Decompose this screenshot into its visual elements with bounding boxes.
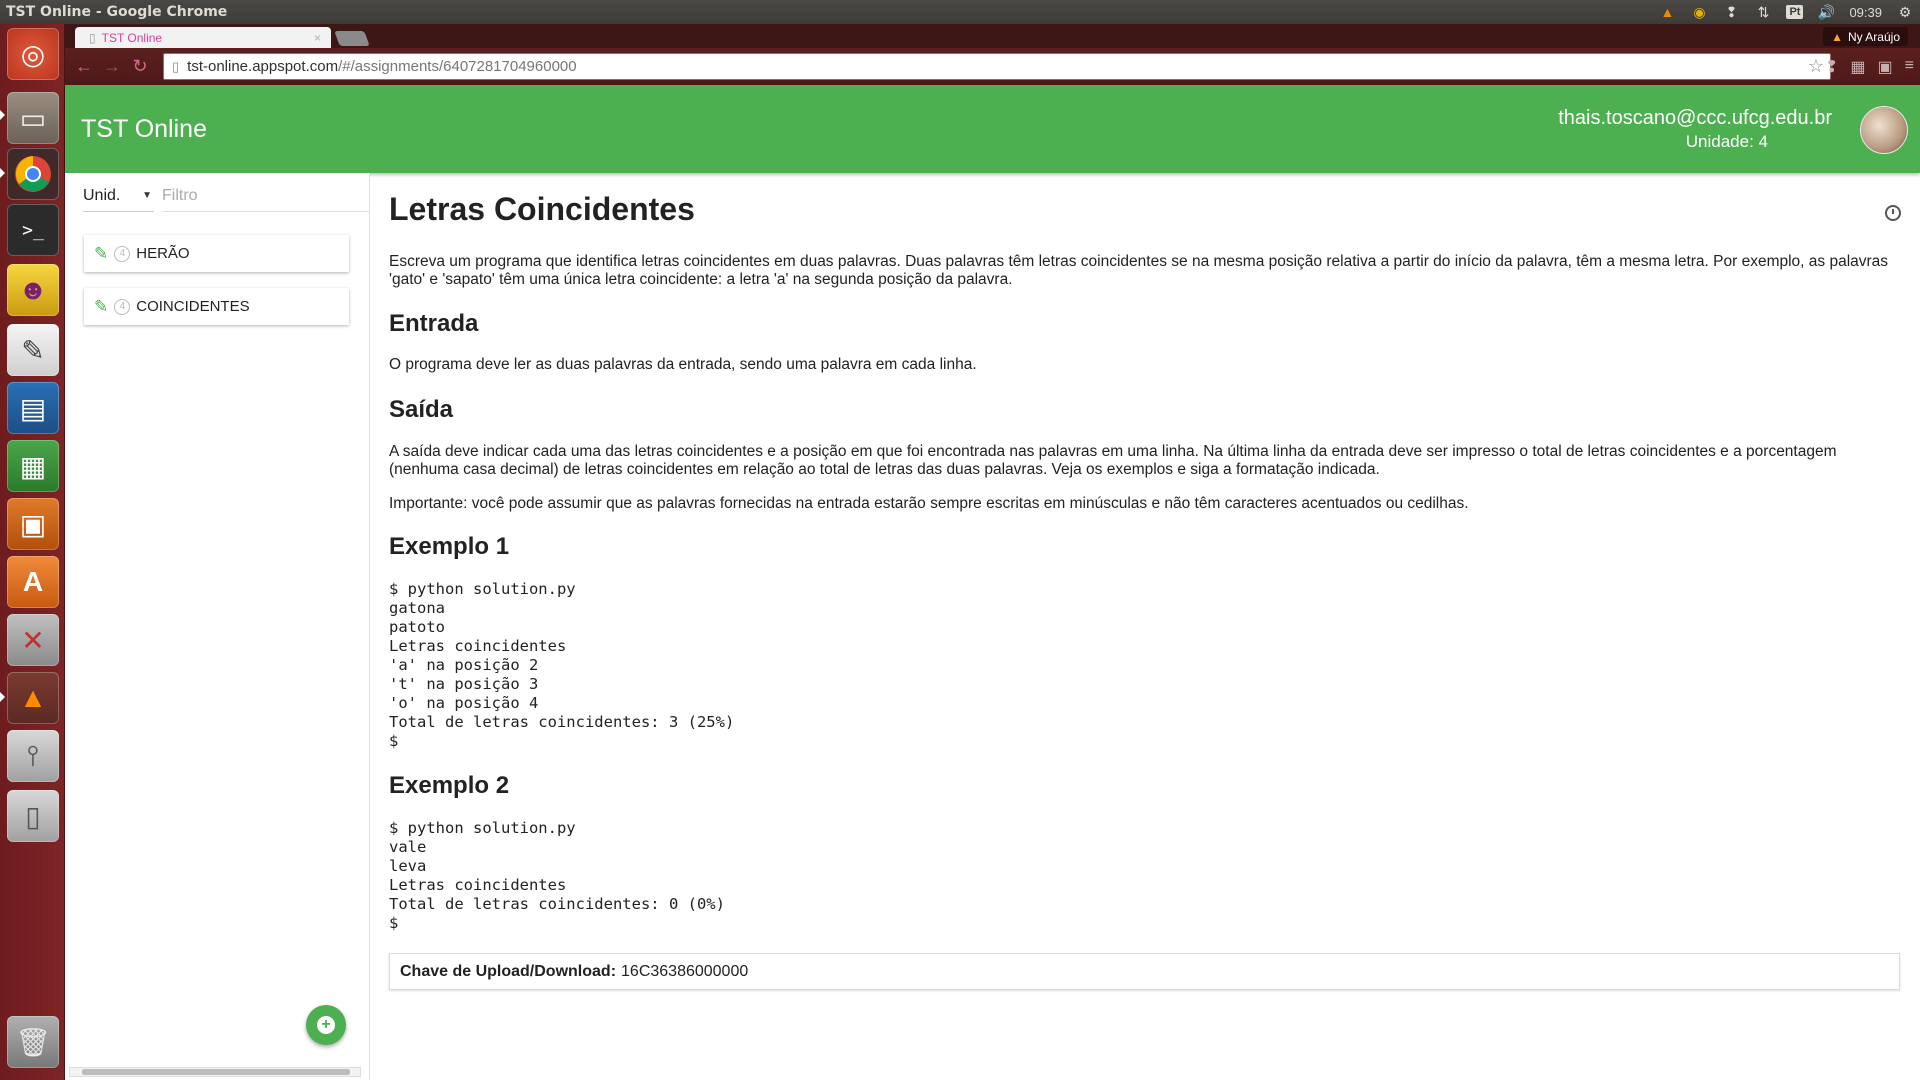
- pencil-icon: ✎: [94, 243, 109, 263]
- media-player-device-icon[interactable]: ▯: [7, 790, 59, 842]
- pidgin-icon[interactable]: ☻: [7, 264, 59, 316]
- clock[interactable]: 09:39: [1849, 5, 1882, 20]
- unit-dropdown[interactable]: Unid. ▼: [83, 187, 154, 212]
- trash-icon[interactable]: 🗑: [7, 1016, 59, 1068]
- important-note: Importante: você pode assumir que as pal…: [389, 495, 1469, 512]
- window-title: TST Online - Google Chrome: [6, 4, 228, 20]
- extension-grid-icon[interactable]: ▦: [1850, 57, 1865, 77]
- back-icon[interactable]: ←: [71, 54, 97, 80]
- os-top-panel: TST Online - Google Chrome ▲ ◉ ❢ ⇅ Pt 🔊 …: [0, 0, 1920, 24]
- chrome-menu-icon[interactable]: ≡: [1905, 57, 1914, 77]
- network-icon[interactable]: ⇅: [1754, 3, 1772, 21]
- tab-title: TST Online: [101, 30, 163, 45]
- caret-down-icon: ▼: [142, 190, 152, 201]
- app-header: TST Online thais.toscano@ccc.ufcg.edu.br…: [65, 85, 1920, 173]
- text-editor-icon[interactable]: ✎: [7, 324, 59, 376]
- keyboard-layout-indicator[interactable]: Pt: [1786, 5, 1804, 19]
- chrome-icon[interactable]: [7, 148, 59, 200]
- address-bar[interactable]: ▯ tst-online.appspot.com/#/assignments/6…: [163, 53, 1831, 80]
- impress-icon[interactable]: ▣: [7, 498, 59, 550]
- app-title[interactable]: TST Online: [81, 115, 207, 144]
- chat-tray-icon[interactable]: ❢: [1722, 3, 1740, 21]
- settings-gear-icon[interactable]: ⚙: [1896, 3, 1914, 21]
- tab-close-icon[interactable]: ×: [314, 31, 321, 45]
- horizontal-scrollbar[interactable]: [69, 1067, 361, 1077]
- url-host: tst-online.appspot.com: [187, 58, 339, 75]
- add-button[interactable]: +: [306, 1005, 346, 1045]
- forward-icon[interactable]: →: [99, 54, 125, 80]
- profile-badge[interactable]: ▲ Ny Araújo: [1823, 27, 1908, 46]
- filter-input[interactable]: [162, 186, 369, 212]
- unit-dropdown-label: Unid.: [83, 186, 121, 204]
- scrollbar-thumb[interactable]: [82, 1069, 350, 1075]
- unit-badge: 4: [114, 298, 131, 315]
- history-clock-icon[interactable]: [1885, 205, 1901, 221]
- volume-icon[interactable]: 🔊: [1817, 3, 1835, 21]
- pencil-icon: ✎: [94, 296, 109, 316]
- problem-content: Letras Coincidentes Escreva um programa …: [389, 173, 1901, 1080]
- assignment-label: HERÃO: [136, 245, 190, 262]
- system-settings-icon[interactable]: ✕: [7, 614, 59, 666]
- upload-key-value[interactable]: 16C36386000000: [621, 963, 748, 981]
- avatar[interactable]: [1860, 106, 1908, 154]
- profile-name: Ny Araújo: [1847, 29, 1900, 44]
- example1-heading: Exemplo 1: [389, 533, 510, 560]
- assignment-item[interactable]: ✎ 4 COINCIDENTES: [84, 288, 349, 325]
- assignment-label: COINCIDENTES: [136, 298, 250, 315]
- user-email: thais.toscano@ccc.ufcg.edu.br: [1558, 107, 1832, 129]
- vlc-icon[interactable]: ▲: [7, 672, 59, 724]
- url-path: /#/assignments/6407281704960000: [338, 58, 577, 75]
- page-icon: ▯: [89, 30, 96, 45]
- extension-cast-icon[interactable]: ▣: [1878, 57, 1893, 77]
- upload-key-box: Chave de Upload/Download: 16C36386000000: [389, 953, 1900, 990]
- launcher: ◎ ▭ >_ ☻ ✎ ▤ ▦ ▣ A ✕ ▲ ⫯ ▯ 🗑: [0, 24, 65, 1080]
- example2-code: $ python solution.py vale leva Letras co…: [389, 819, 725, 932]
- output-description: A saída deve indicar cada uma das letras…: [389, 443, 1837, 478]
- page-info-icon[interactable]: ▯: [172, 59, 179, 75]
- page-title: Letras Coincidentes: [389, 191, 695, 227]
- upload-key-label: Chave de Upload/Download:: [400, 962, 617, 980]
- bookmark-star-icon[interactable]: ☆: [1808, 56, 1824, 77]
- filter-row: Unid. ▼: [83, 185, 369, 213]
- reload-icon[interactable]: ↻: [127, 54, 153, 80]
- system-tray: ▲ ◉ ❢ ⇅ Pt 🔊 09:39 ⚙: [1658, 0, 1914, 24]
- usb-drive-icon[interactable]: ⫯: [7, 730, 59, 782]
- problem-description: Escreva um programa que identifica letra…: [389, 253, 1889, 288]
- warning-icon: ▲: [1831, 29, 1843, 44]
- extension-icons: ❢ ▦ ▣ ≡: [1825, 57, 1914, 77]
- unit-badge: 4: [114, 245, 131, 262]
- browser-tab[interactable]: ▯ TST Online ×: [75, 27, 331, 48]
- user-unit: Unidade: 4: [1685, 132, 1768, 151]
- assignments-sidebar: Unid. ▼ ✎ 4 HERÃO ✎ 4 COINCIDENTES +: [65, 173, 370, 1080]
- software-center-icon[interactable]: A: [7, 556, 59, 608]
- calc-icon[interactable]: ▦: [7, 440, 59, 492]
- example1-code: $ python solution.py gatona patoto Letra…: [389, 580, 735, 750]
- input-description: O programa deve ler as duas palavras da …: [389, 356, 977, 373]
- chrome-tray-icon[interactable]: ◉: [1690, 3, 1708, 21]
- files-icon[interactable]: ▭: [7, 92, 59, 144]
- browser-tab-strip: ▯ TST Online × ▲ Ny Araújo: [65, 24, 1920, 48]
- plus-icon: +: [317, 1016, 335, 1034]
- example2-heading: Exemplo 2: [389, 772, 510, 799]
- new-tab-button[interactable]: [334, 31, 370, 46]
- assignment-item[interactable]: ✎ 4 HERÃO: [84, 235, 349, 272]
- input-heading: Entrada: [389, 310, 479, 337]
- browser-toolbar: ← → ↻ ▯ tst-online.appspot.com/#/assignm…: [65, 48, 1920, 85]
- dash-home-icon[interactable]: ◎: [7, 28, 59, 80]
- terminal-icon[interactable]: >_: [7, 204, 59, 256]
- vlc-tray-icon[interactable]: ▲: [1658, 3, 1676, 21]
- output-heading: Saída: [389, 396, 454, 423]
- extension-chat-icon[interactable]: ❢: [1825, 57, 1838, 77]
- writer-icon[interactable]: ▤: [7, 382, 59, 434]
